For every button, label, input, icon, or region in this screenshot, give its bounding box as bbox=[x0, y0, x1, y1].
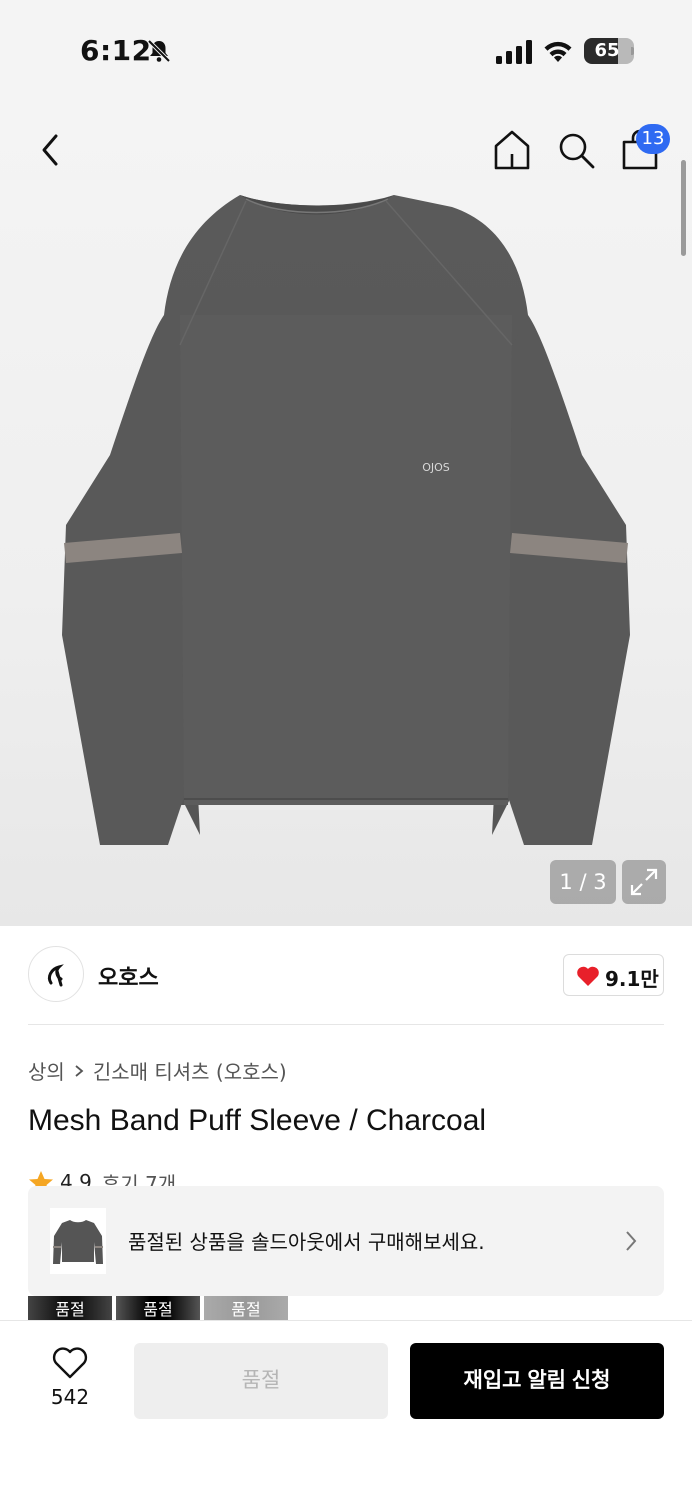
cellular-signal-icon bbox=[496, 40, 532, 64]
variant-thumb[interactable]: 품절 bbox=[204, 1296, 288, 1320]
home-icon[interactable] bbox=[492, 128, 532, 172]
breadcrumb: 상의 긴소매 티셔츠 (오호스) bbox=[28, 1056, 287, 1085]
status-time: 6:12 bbox=[80, 34, 152, 67]
product-image-gallery[interactable]: OJOS 1 / 3 bbox=[0, 100, 692, 926]
breadcrumb-category[interactable]: 상의 bbox=[28, 1056, 65, 1085]
scroll-indicator bbox=[681, 160, 686, 256]
brand-row: 오호스 9.1만 bbox=[0, 926, 692, 1026]
garment-logo-text: OJOS bbox=[422, 461, 450, 474]
image-page-counter: 1 / 3 bbox=[550, 860, 616, 904]
cart-count-badge: 13 bbox=[636, 124, 670, 154]
soldout-notice-banner[interactable]: 품절된 상품을 솔드아웃에서 구매해보세요. bbox=[28, 1186, 664, 1296]
brand-logo-icon bbox=[47, 964, 64, 987]
heart-filled-icon bbox=[577, 966, 599, 986]
notice-thumbnail bbox=[50, 1208, 106, 1274]
brand-name[interactable]: 오호스 bbox=[98, 960, 159, 992]
notice-text: 품절된 상품을 솔드아웃에서 구매해보세요. bbox=[128, 1230, 485, 1254]
back-arrow-icon[interactable] bbox=[32, 130, 68, 170]
variant-soldout-label: 품절 bbox=[231, 1300, 261, 1319]
variant-thumb[interactable]: 품절 bbox=[28, 1296, 112, 1320]
heart-outline-icon bbox=[52, 1347, 88, 1379]
wishlist-count: 542 bbox=[50, 1385, 90, 1409]
variant-soldout-label: 품절 bbox=[55, 1300, 85, 1319]
bell-muted-icon bbox=[147, 39, 171, 63]
chevron-right-icon bbox=[626, 1231, 637, 1251]
expand-image-button[interactable] bbox=[622, 860, 666, 904]
restock-alert-button[interactable]: 재입고 알림 신청 bbox=[410, 1343, 664, 1419]
status-bar: 6:12 65 bbox=[0, 0, 692, 100]
soldout-button: 품절 bbox=[134, 1343, 388, 1419]
breadcrumb-subcategory[interactable]: 긴소매 티셔츠 (오호스) bbox=[93, 1056, 287, 1085]
product-image: OJOS bbox=[62, 195, 630, 845]
brand-like-button[interactable]: 9.1만 bbox=[563, 954, 664, 996]
expand-icon bbox=[630, 868, 658, 896]
variant-thumb[interactable]: 품절 bbox=[116, 1296, 200, 1320]
variant-soldout-label: 품절 bbox=[143, 1300, 173, 1319]
product-title: Mesh Band Puff Sleeve / Charcoal bbox=[28, 1104, 487, 1137]
battery-indicator: 65 bbox=[584, 38, 634, 64]
variant-thumbnails: 품절 품절 품절 bbox=[28, 1296, 292, 1320]
divider bbox=[28, 1024, 664, 1025]
battery-level: 65 bbox=[594, 40, 620, 61]
wishlist-button[interactable]: 542 bbox=[40, 1347, 100, 1427]
bottom-action-bar: 542 품절 재입고 알림 신청 bbox=[0, 1320, 692, 1500]
brand-logo[interactable] bbox=[28, 946, 84, 1002]
wifi-icon bbox=[544, 41, 572, 62]
chevron-right-icon bbox=[75, 1064, 84, 1077]
search-icon[interactable] bbox=[556, 130, 596, 170]
brand-like-count: 9.1만 bbox=[605, 967, 659, 991]
